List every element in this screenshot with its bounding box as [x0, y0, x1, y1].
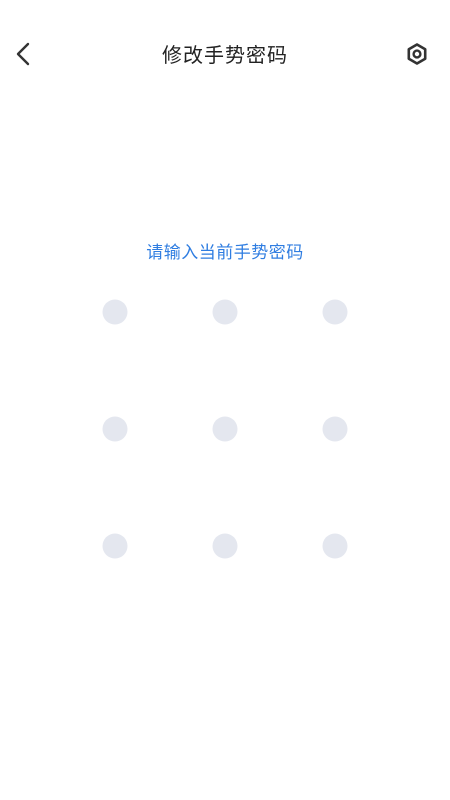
pattern-dot-7[interactable] — [102, 533, 128, 559]
pattern-dot-2[interactable] — [212, 299, 238, 325]
pattern-dot-9[interactable] — [322, 533, 348, 559]
gesture-pattern-grid[interactable] — [0, 0, 450, 800]
pattern-dot-4[interactable] — [102, 416, 128, 442]
pattern-dot-5[interactable] — [212, 416, 238, 442]
pattern-dot-1[interactable] — [102, 299, 128, 325]
pattern-dot-8[interactable] — [212, 533, 238, 559]
pattern-dot-3[interactable] — [322, 299, 348, 325]
pattern-dot-6[interactable] — [322, 416, 348, 442]
